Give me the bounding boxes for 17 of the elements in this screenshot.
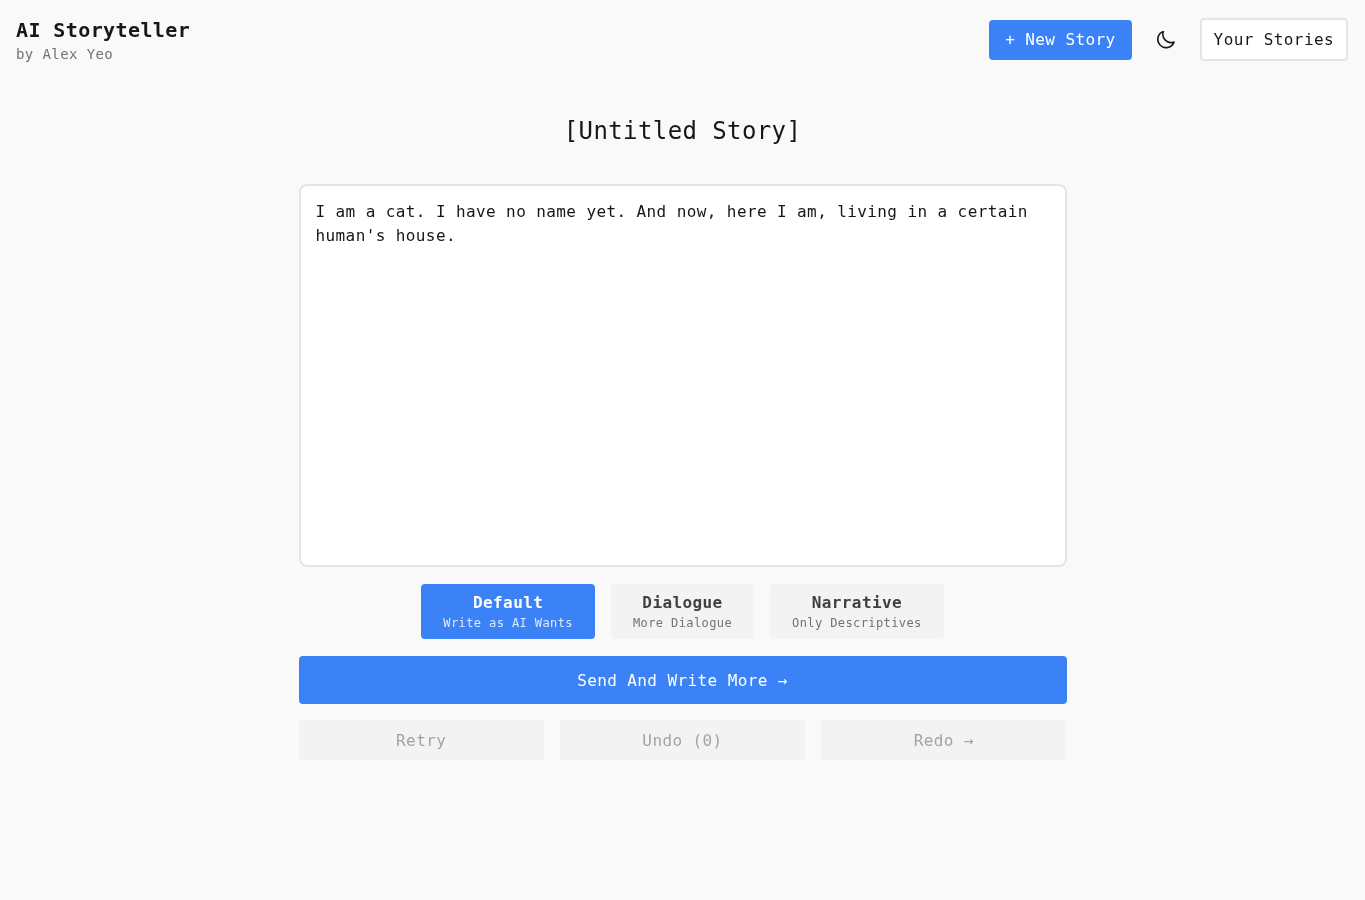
new-story-button[interactable]: + New Story bbox=[989, 19, 1132, 60]
mode-description: More Dialogue bbox=[632, 615, 733, 631]
author-byline: by Alex Yeo bbox=[16, 45, 115, 64]
moon-icon[interactable] bbox=[1156, 30, 1175, 49]
mode-description: Only Descriptives bbox=[792, 615, 922, 631]
mode-description: Write as AI Wants bbox=[443, 615, 573, 631]
your-stories-button[interactable]: Your Stories bbox=[1199, 18, 1348, 61]
mode-label: Default bbox=[473, 592, 544, 613]
mode-option[interactable]: Dialogue More Dialogue bbox=[610, 584, 755, 639]
story-title: [Untitled Story] bbox=[562, 116, 803, 147]
mode-option[interactable]: Narrative Only Descriptives bbox=[770, 584, 944, 639]
send-button[interactable]: Send And Write More → bbox=[298, 656, 1067, 704]
mode-option[interactable]: Default Write as AI Wants bbox=[421, 584, 595, 639]
app-title: AI Storyteller bbox=[16, 17, 191, 44]
mode-label: Dialogue bbox=[642, 592, 723, 613]
story-text-field[interactable]: I am a cat. I have no name yet. And now, here I am, living in a certain human's house. bbox=[298, 184, 1067, 567]
mode-label: Narrative bbox=[811, 592, 902, 613]
